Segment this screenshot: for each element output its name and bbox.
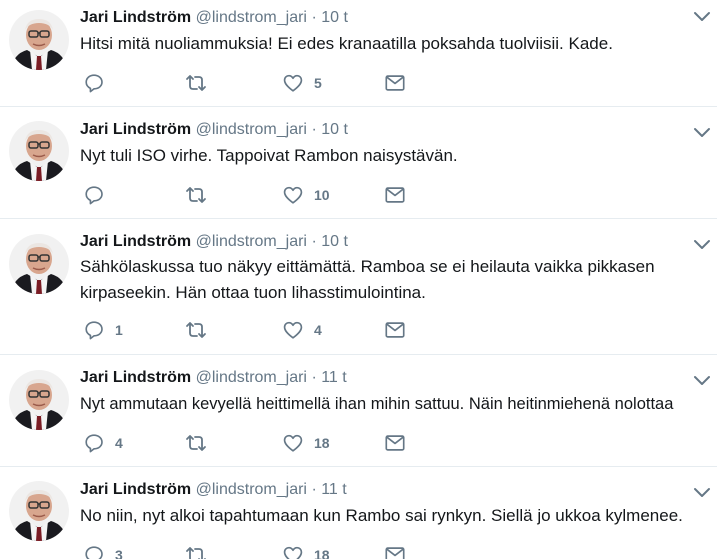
direct-message-button[interactable] bbox=[384, 71, 406, 95]
reply-icon bbox=[83, 432, 105, 454]
retweet-icon bbox=[184, 319, 208, 341]
heart-icon bbox=[282, 72, 304, 94]
heart-icon bbox=[282, 544, 304, 559]
chevron-down-icon[interactable] bbox=[693, 10, 711, 24]
reply-icon bbox=[83, 544, 105, 559]
tweet-timestamp[interactable]: 11 t bbox=[321, 369, 347, 386]
like-button[interactable]: 5 bbox=[282, 71, 322, 95]
retweet-button[interactable] bbox=[184, 431, 218, 455]
reply-count: 4 bbox=[115, 435, 123, 451]
tweet-text: Hitsi mitä nuoliammuksia! Ei edes kranaa… bbox=[80, 34, 613, 53]
avatar[interactable] bbox=[9, 481, 69, 541]
reply-icon bbox=[83, 184, 105, 206]
retweet-button[interactable] bbox=[184, 71, 218, 95]
direct-message-button[interactable] bbox=[384, 431, 406, 455]
author-name[interactable]: Jari Lindström bbox=[80, 369, 191, 386]
like-button[interactable]: 18 bbox=[282, 431, 330, 455]
author-name[interactable]: Jari Lindström bbox=[80, 121, 191, 138]
envelope-icon bbox=[384, 184, 406, 206]
tweet-timestamp[interactable]: 10 t bbox=[321, 121, 348, 138]
direct-message-button[interactable] bbox=[384, 183, 406, 207]
reply-button[interactable] bbox=[83, 71, 115, 95]
like-button[interactable]: 4 bbox=[282, 318, 322, 342]
heart-icon bbox=[282, 184, 304, 206]
author-handle[interactable]: @lindstrom_jari bbox=[196, 233, 307, 250]
author-name[interactable]: Jari Lindström bbox=[80, 233, 191, 250]
retweet-icon bbox=[184, 72, 208, 94]
header-separator: · bbox=[311, 9, 317, 26]
tweet-header: Jari Lindström @lindstrom_jari · 10 t bbox=[80, 120, 348, 140]
direct-message-button[interactable] bbox=[384, 318, 406, 342]
like-button[interactable]: 18 bbox=[282, 543, 330, 559]
author-handle[interactable]: @lindstrom_jari bbox=[196, 121, 307, 138]
author-name[interactable]: Jari Lindström bbox=[80, 481, 191, 498]
avatar[interactable] bbox=[9, 10, 69, 70]
author-name[interactable]: Jari Lindström bbox=[80, 9, 191, 26]
chevron-down-icon[interactable] bbox=[693, 374, 711, 388]
header-separator: · bbox=[311, 121, 317, 138]
tweet-header: Jari Lindström @lindstrom_jari · 10 t bbox=[80, 232, 348, 252]
tweet[interactable]: Jari Lindström @lindstrom_jari · 10 t Sä… bbox=[0, 219, 717, 355]
tweet-text: Nyt ammutaan kevyellä heittimellä ihan m… bbox=[80, 395, 674, 413]
envelope-icon bbox=[384, 319, 406, 341]
reply-button[interactable]: 3 bbox=[83, 543, 123, 559]
tweet-timestamp[interactable]: 10 t bbox=[321, 9, 348, 26]
header-separator: · bbox=[311, 233, 317, 250]
like-count: 18 bbox=[314, 435, 330, 451]
avatar[interactable] bbox=[9, 370, 69, 430]
reply-button[interactable] bbox=[83, 183, 115, 207]
header-separator: · bbox=[311, 369, 317, 386]
tweet[interactable]: Jari Lindström @lindstrom_jari · 11 t No… bbox=[0, 467, 717, 559]
tweet-text: No niin, nyt alkoi tapahtumaan kun Rambo… bbox=[80, 506, 683, 525]
chevron-down-icon[interactable] bbox=[693, 486, 711, 500]
tweet-text: Sähkölaskussa tuo näkyy eittämättä. Ramb… bbox=[80, 257, 655, 302]
envelope-icon bbox=[384, 72, 406, 94]
envelope-icon bbox=[384, 544, 406, 559]
retweet-button[interactable] bbox=[184, 543, 218, 559]
retweet-icon bbox=[184, 432, 208, 454]
avatar[interactable] bbox=[9, 121, 69, 181]
author-handle[interactable]: @lindstrom_jari bbox=[196, 369, 307, 386]
tweet-header: Jari Lindström @lindstrom_jari · 11 t bbox=[80, 480, 347, 500]
chevron-down-icon[interactable] bbox=[693, 238, 711, 252]
header-separator: · bbox=[311, 481, 317, 498]
reply-button[interactable]: 1 bbox=[83, 318, 123, 342]
like-count: 4 bbox=[314, 322, 322, 338]
like-button[interactable]: 10 bbox=[282, 183, 330, 207]
like-count: 5 bbox=[314, 75, 322, 91]
author-handle[interactable]: @lindstrom_jari bbox=[196, 481, 307, 498]
retweet-button[interactable] bbox=[184, 318, 218, 342]
retweet-icon bbox=[184, 184, 208, 206]
author-handle[interactable]: @lindstrom_jari bbox=[196, 9, 307, 26]
reply-count: 1 bbox=[115, 322, 123, 338]
tweet-timestamp[interactable]: 11 t bbox=[321, 481, 347, 498]
tweet[interactable]: Jari Lindström @lindstrom_jari · 10 t Ny… bbox=[0, 107, 717, 219]
tweet-timeline: Jari Lindström @lindstrom_jari · 10 t Hi… bbox=[0, 0, 717, 559]
reply-count: 3 bbox=[115, 547, 123, 559]
heart-icon bbox=[282, 319, 304, 341]
like-count: 10 bbox=[314, 187, 330, 203]
tweet-timestamp[interactable]: 10 t bbox=[321, 233, 348, 250]
tweet-header: Jari Lindström @lindstrom_jari · 11 t bbox=[80, 368, 347, 388]
heart-icon bbox=[282, 432, 304, 454]
direct-message-button[interactable] bbox=[384, 543, 406, 559]
avatar[interactable] bbox=[9, 234, 69, 294]
tweet-header: Jari Lindström @lindstrom_jari · 10 t bbox=[80, 8, 348, 28]
chevron-down-icon[interactable] bbox=[693, 126, 711, 140]
reply-icon bbox=[83, 319, 105, 341]
like-count: 18 bbox=[314, 547, 330, 559]
tweet[interactable]: Jari Lindström @lindstrom_jari · 10 t Hi… bbox=[0, 0, 717, 107]
retweet-icon bbox=[184, 544, 208, 559]
retweet-button[interactable] bbox=[184, 183, 218, 207]
envelope-icon bbox=[384, 432, 406, 454]
tweet[interactable]: Jari Lindström @lindstrom_jari · 11 t Ny… bbox=[0, 355, 717, 467]
reply-button[interactable]: 4 bbox=[83, 431, 123, 455]
reply-icon bbox=[83, 72, 105, 94]
tweet-text: Nyt tuli ISO virhe. Tappoivat Rambon nai… bbox=[80, 146, 458, 165]
